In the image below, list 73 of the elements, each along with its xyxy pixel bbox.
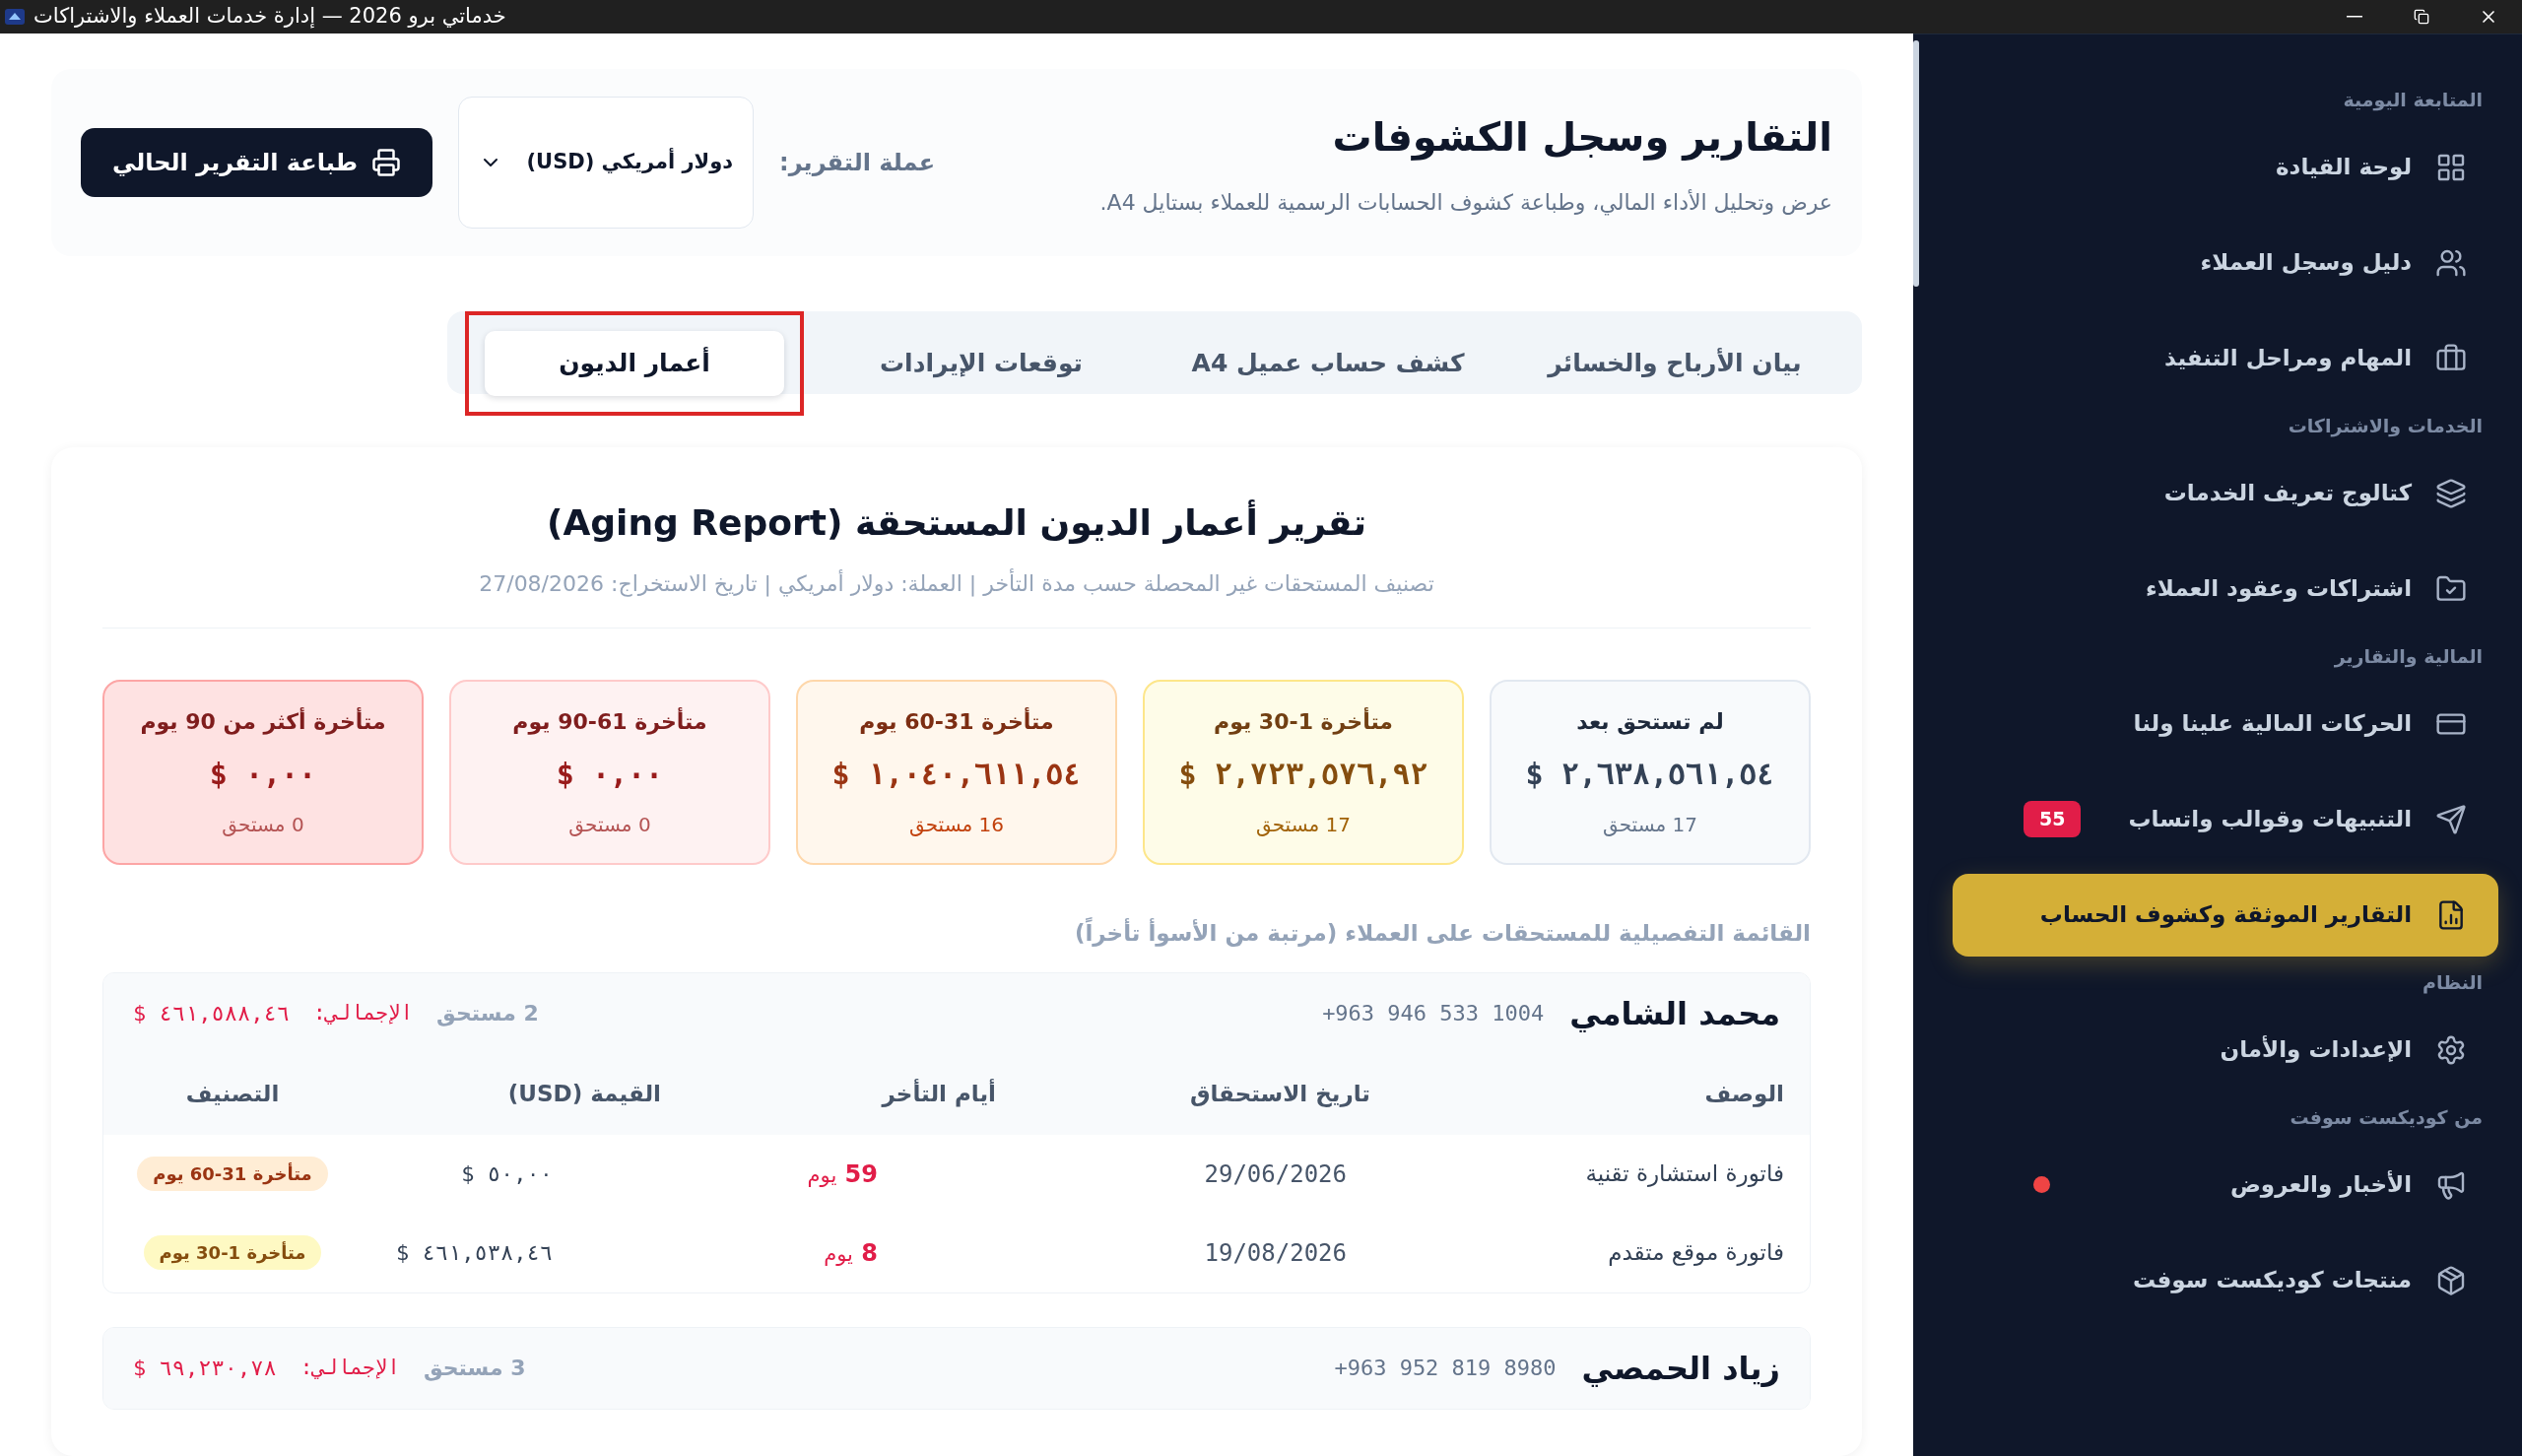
total-amount: $ ٤٦١,٥٨٨,٤٦ bbox=[133, 1000, 290, 1027]
report-title: تقرير أعمار الديون المستحقة (Aging Report) bbox=[102, 496, 1811, 550]
total-amount: $ ٦٩,٢٣٠,٧٨ bbox=[133, 1355, 277, 1382]
card-amount: $ ٠,٠٠ bbox=[209, 756, 317, 793]
total-label: الإجمالي: bbox=[312, 999, 414, 1026]
card-amount: $ ٢,٦٣٨,٥٦١,٥٤ bbox=[1525, 756, 1775, 793]
layers-icon bbox=[2435, 477, 2468, 509]
card-amount: $ ١,٠٤٠,٦١١,٥٤ bbox=[831, 756, 1082, 793]
currency-label: عملة التقرير: bbox=[779, 148, 936, 178]
column-header: الوصف bbox=[1703, 1080, 1784, 1109]
sidebar-item[interactable]: كتالوج تعريف الخدمات bbox=[1953, 451, 2499, 535]
due-count: 2 مستحق bbox=[436, 1000, 539, 1028]
phone-number: +963 952 819 8980 bbox=[1334, 1355, 1557, 1382]
phone-number: +963 946 533 1004 bbox=[1322, 1000, 1545, 1027]
card-count: 17 مستحق bbox=[1603, 812, 1697, 838]
report-subtitle: تصنيف المستحقات غير المحصلة حسب مدة التأخر | العملة: دولار أمريكي | تاريخ الاستخراج: 27/08/2026 bbox=[102, 567, 1811, 600]
card-amount: $ ٠,٠٠ bbox=[556, 756, 664, 793]
table-cell-text: فاتورة موقع متقدم bbox=[1607, 1238, 1784, 1268]
sidebar-item[interactable]: التقارير الموثقة وكشوف الحساب bbox=[1953, 873, 2499, 957]
sidebar-item[interactable]: الحركات المالية علينا ولنا bbox=[1953, 682, 2499, 765]
tab[interactable]: كشف حساب عميل A4 bbox=[1159, 331, 1497, 396]
currency-select[interactable]: دولار أمريكي (USD) bbox=[458, 97, 755, 229]
card-label: متأخرة 61-90 يوم bbox=[512, 706, 707, 737]
page-title: التقارير وسجل الكشوفات bbox=[1331, 112, 1832, 163]
table-cell-text: 19/08/2026 bbox=[1203, 1237, 1348, 1269]
sidebar-section-heading: المالية والتقارير bbox=[2333, 643, 2485, 670]
sidebar-section-heading: من كوديكست سوفت bbox=[2289, 1104, 2485, 1131]
sidebar-section-heading: الخدمات والاشتراكات bbox=[2287, 413, 2485, 439]
sidebar-item[interactable]: دليل وسجل العملاء bbox=[1953, 221, 2499, 304]
column-header: القيمة (USD) bbox=[506, 1080, 661, 1109]
sidebar-section-heading: المتابعة اليومية bbox=[2342, 87, 2485, 113]
tab[interactable]: توقعات الإيرادات bbox=[812, 331, 1151, 396]
table-cell-text: 29/06/2026 bbox=[1203, 1158, 1348, 1190]
category-badge: متأخرة 31-60 يوم bbox=[137, 1157, 328, 1191]
sidebar-item[interactable]: الإعدادات والأمان bbox=[1953, 1008, 2499, 1092]
restore-icon bbox=[2414, 9, 2429, 25]
due-count: 3 مستحق bbox=[423, 1355, 526, 1383]
table-cell-text: فاتورة استشارة تقنية bbox=[1584, 1159, 1784, 1189]
card-count: 0 مستحق bbox=[222, 812, 304, 838]
table-cell-text: $ ٥٠,٠٠ bbox=[460, 1160, 554, 1188]
sidebar-item[interactable]: منتجات كوديكست سوفت bbox=[1953, 1238, 2499, 1322]
card-count: 16 مستحق bbox=[909, 812, 1004, 838]
sidebar-item[interactable]: اشتراكات وعقود العملاء bbox=[1953, 547, 2499, 630]
sidebar-section-heading: النظام bbox=[2422, 969, 2485, 996]
page-subtitle: عرض وتحليل الأداء المالي، وطباعة كشوف الحسابات الرسمية للعملاء بستايل A4. bbox=[1099, 188, 1832, 218]
print-button[interactable]: طباعة التقرير الحالي bbox=[81, 128, 433, 197]
card-amount: $ ٢,٧٢٣,٥٧٦,٩٢ bbox=[1178, 756, 1428, 793]
card-label: متأخرة أكثر من 90 يوم bbox=[140, 706, 386, 737]
card-count: 0 مستحق bbox=[568, 812, 651, 838]
column-header: أيام التأخر bbox=[880, 1078, 996, 1109]
table-cell-text: $ ٤٦١,٥٣٨,٤٦ bbox=[395, 1239, 554, 1267]
customer-name: زياد الحمصي bbox=[1581, 1348, 1780, 1389]
printer-icon bbox=[371, 148, 402, 177]
send-icon bbox=[2435, 803, 2468, 835]
total-label: الإجمالي: bbox=[299, 1354, 400, 1381]
column-header: تاريخ الاستحقاق bbox=[1188, 1080, 1370, 1109]
card-label: متأخرة 1-30 يوم bbox=[1214, 706, 1393, 737]
minimize-icon bbox=[2347, 16, 2362, 18]
sidebar-item[interactable]: المهام ومراحل التنفيذ bbox=[1953, 316, 2499, 400]
card-label: متأخرة 31-60 يوم bbox=[859, 706, 1054, 737]
card-count: 17 مستحق bbox=[1256, 812, 1351, 838]
customer-name: محمد الشامي bbox=[1569, 993, 1780, 1034]
tab[interactable]: بيان الأرباح والخسائر bbox=[1505, 331, 1844, 396]
sidebar-item[interactable]: لوحة القيادة bbox=[1953, 125, 2499, 209]
window-title: خدماتي برو 2026 — إدارة خدمات العملاء والاشتراكات bbox=[33, 3, 506, 31]
list-title: القائمة التفصيلية للمستحقات على العملاء (مرتبة من الأسوأ تأخراً) bbox=[102, 916, 1811, 951]
app-icon bbox=[4, 6, 26, 28]
category-badge: متأخرة 1-30 يوم bbox=[143, 1235, 322, 1270]
count-badge: 55 bbox=[2024, 801, 2082, 837]
sidebar-item[interactable]: الأخبار والعروض bbox=[1953, 1143, 2499, 1226]
tab[interactable]: أعمار الديون bbox=[485, 331, 784, 396]
card-label: لم تستحق بعد bbox=[1576, 708, 1724, 737]
column-header: التصنيف bbox=[184, 1080, 281, 1109]
